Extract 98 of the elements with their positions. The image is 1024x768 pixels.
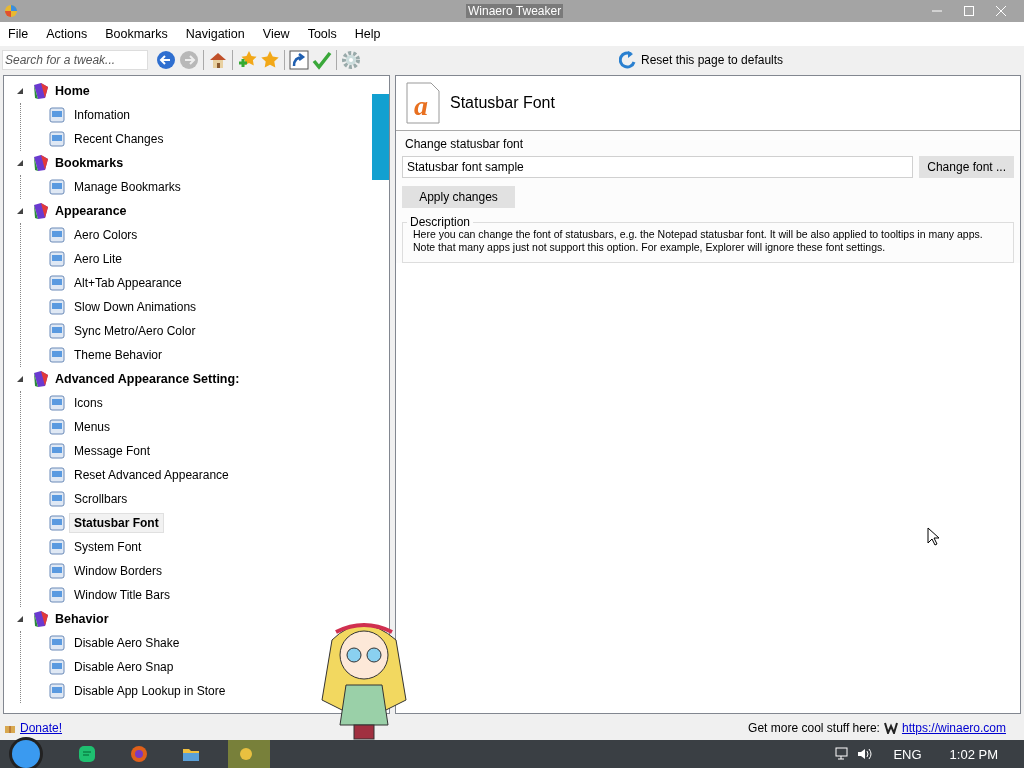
mouse-cursor-icon [927, 527, 939, 546]
tree-item[interactable]: Window Borders [69, 561, 168, 581]
star-icon[interactable] [260, 50, 280, 70]
tweak-icon [49, 275, 65, 291]
tweak-icon [49, 347, 65, 363]
collapse-arrow-icon[interactable] [16, 87, 24, 95]
tree-item[interactable]: Message Font [69, 441, 156, 461]
taskbar-app-button[interactable] [228, 740, 270, 768]
tweak-icon [49, 539, 65, 555]
refresh-arrow-icon [619, 51, 637, 69]
tree-item[interactable]: Slow Down Animations [69, 297, 202, 317]
tweak-icon [49, 107, 65, 123]
category-icon [32, 82, 50, 100]
tweak-icon [49, 323, 65, 339]
menu-item[interactable]: View [256, 27, 302, 41]
tweak-icon [49, 227, 65, 243]
tweak-icon [49, 179, 65, 195]
start-button-icon[interactable] [8, 736, 44, 768]
add-bookmark-icon[interactable] [237, 50, 257, 70]
tweak-icon [49, 563, 65, 579]
tree-item[interactable]: Icons [69, 393, 108, 413]
tree-item[interactable]: Aero Colors [69, 225, 143, 245]
tweak-icon [49, 395, 65, 411]
menu-item[interactable]: Navigation [179, 27, 257, 41]
tree-item[interactable]: Statusbar Font [69, 513, 164, 533]
category-icon [32, 202, 50, 220]
chat-app-icon[interactable] [78, 745, 96, 763]
app-logo-icon [239, 747, 253, 761]
font-file-icon: a [406, 82, 440, 124]
tree-item[interactable]: Infomation [69, 105, 136, 125]
promo-text: Get more cool stuff here: [748, 721, 880, 735]
website-link[interactable]: https://winaero.com [901, 721, 1006, 735]
menu-item[interactable]: Tools [301, 27, 349, 41]
collapse-arrow-icon[interactable] [16, 159, 24, 167]
search-field[interactable]: Search for a tweak... [2, 50, 148, 70]
tweak-icon [49, 683, 65, 699]
clock[interactable]: 1:02 PM [949, 746, 998, 762]
apply-changes-button[interactable]: Apply changes [402, 186, 515, 208]
maximize-icon[interactable] [964, 6, 974, 16]
tree-item[interactable]: Disable Aero Shake [69, 633, 185, 653]
tree-category[interactable]: Bookmarks [55, 156, 124, 170]
description-text: Here you can change the font of statusbars, e.g. the Notepad statusbar font. It will be also applied to tooltips in many apps. [413, 228, 984, 241]
tree-category[interactable]: Appearance [55, 204, 127, 218]
group-title: Description [407, 215, 474, 229]
category-icon [32, 370, 50, 388]
tweak-icon [49, 635, 65, 651]
description-text: Note that many apps just not support this option. For example, Explorer will ignore these font settings. [413, 241, 887, 254]
tree-item[interactable]: Alt+Tab Appearance [69, 273, 187, 293]
tree-item[interactable]: Sync Metro/Aero Color [69, 321, 201, 341]
collapse-arrow-icon[interactable] [16, 375, 24, 383]
font-sample-field[interactable]: Statusbar font sample [402, 156, 914, 178]
tweak-icon [49, 515, 65, 531]
tree-item[interactable]: Menus [69, 417, 116, 437]
close-icon[interactable] [996, 6, 1006, 16]
w-logo-icon [883, 722, 898, 734]
menu-item[interactable]: Bookmarks [99, 27, 180, 41]
field-label: Change statusbar font [405, 137, 525, 151]
tree-item[interactable]: Recent Changes [69, 129, 169, 149]
tweak-icon [49, 491, 65, 507]
tree-item[interactable]: System Font [69, 537, 147, 557]
browser-icon[interactable] [130, 745, 148, 763]
page-title: Statusbar Font [450, 94, 555, 112]
app-logo-icon [4, 4, 18, 18]
tweak-icon [49, 419, 65, 435]
tree-category[interactable]: Behavior [55, 612, 109, 626]
tree-category[interactable]: Home [55, 84, 90, 98]
tree-item[interactable]: Theme Behavior [69, 345, 168, 365]
window-title: Winaero Tweaker [466, 4, 564, 18]
tweak-icon [49, 443, 65, 459]
donate-link[interactable]: Donate! [20, 721, 63, 735]
menu-item[interactable]: Help [348, 27, 393, 41]
change-font-button[interactable]: Change font ... [919, 156, 1014, 178]
home-icon[interactable] [208, 50, 228, 70]
collapse-arrow-icon[interactable] [16, 207, 24, 215]
language-indicator[interactable]: ENG [893, 746, 922, 762]
tree-item[interactable]: Aero Lite [69, 249, 128, 269]
volume-icon[interactable] [857, 747, 874, 761]
collapse-arrow-icon[interactable] [16, 615, 24, 623]
tweak-icon [49, 299, 65, 315]
tree-category[interactable]: Advanced Appearance Setting: [55, 372, 240, 386]
tree-item[interactable]: Scrollbars [69, 489, 133, 509]
tweak-icon [49, 659, 65, 675]
menu-item[interactable]: Actions [40, 27, 100, 41]
menu-item[interactable]: File [2, 27, 41, 41]
tree-item[interactable]: Manage Bookmarks [69, 177, 186, 197]
reset-defaults-link[interactable]: Reset this page to defaults [619, 51, 784, 69]
scrollbar-thumb[interactable] [372, 94, 389, 180]
tweak-icon [49, 587, 65, 603]
checkmark-icon[interactable] [312, 50, 332, 70]
tree-item[interactable]: Reset Advanced Appearance [69, 465, 234, 485]
tree-item[interactable]: Disable Aero Snap [69, 657, 179, 677]
tree-item[interactable]: Window Title Bars [69, 585, 176, 605]
tweak-icon [49, 467, 65, 483]
category-icon [32, 610, 50, 628]
tweak-icon [49, 131, 65, 147]
tweak-icon [49, 251, 65, 267]
tree-item[interactable]: Disable App Lookup in Store [69, 681, 231, 701]
category-icon [32, 154, 50, 172]
